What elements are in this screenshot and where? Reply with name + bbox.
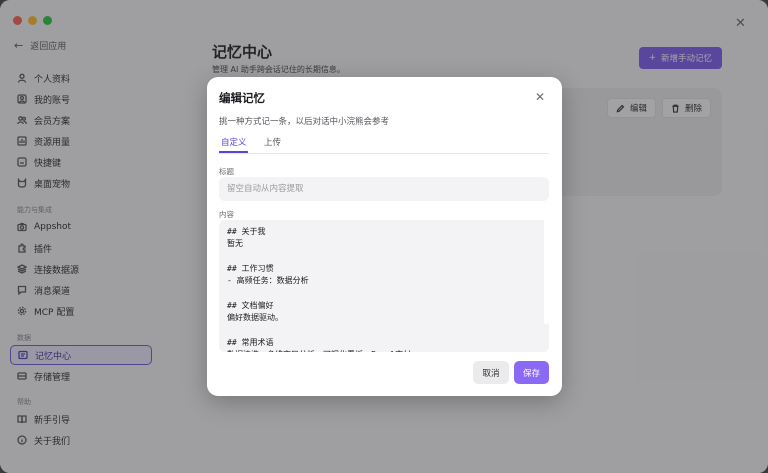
title-input[interactable]	[219, 177, 549, 201]
active-tab-indicator	[219, 151, 248, 153]
cancel-button[interactable]: 取消	[473, 361, 509, 384]
save-button[interactable]: 保存	[514, 361, 549, 384]
app-window: ← 返回应用 个人资料 我的账号 会员方案 资源用量 快捷键 桌面宠物 能力与集…	[0, 0, 768, 473]
content-text: ## 关于我 暂无 ## 工作习惯 - 高频任务：数据分析 ## 文档偏好 偏好…	[227, 227, 411, 352]
close-icon[interactable]: ✕	[535, 90, 545, 104]
edit-memory-dialog: 编辑记忆 ✕ 挑一种方式记一条，以后对话中小浣熊会参考 自定义 上传 标题 内容…	[207, 77, 562, 396]
scrollbar-track[interactable]	[544, 220, 549, 352]
tab-custom[interactable]: 自定义	[221, 136, 247, 148]
scrollbar-thumb[interactable]	[544, 220, 549, 324]
dialog-tabs: 自定义 上传	[219, 132, 549, 154]
dialog-description: 挑一种方式记一条，以后对话中小浣熊会参考	[219, 117, 390, 127]
title-field-label: 标题	[219, 167, 234, 176]
content-textarea[interactable]: ## 关于我 暂无 ## 工作习惯 - 高频任务：数据分析 ## 文档偏好 偏好…	[219, 220, 549, 352]
content-field-label: 内容	[219, 210, 234, 219]
dialog-title: 编辑记忆	[219, 91, 265, 105]
tab-upload[interactable]: 上传	[264, 136, 281, 148]
